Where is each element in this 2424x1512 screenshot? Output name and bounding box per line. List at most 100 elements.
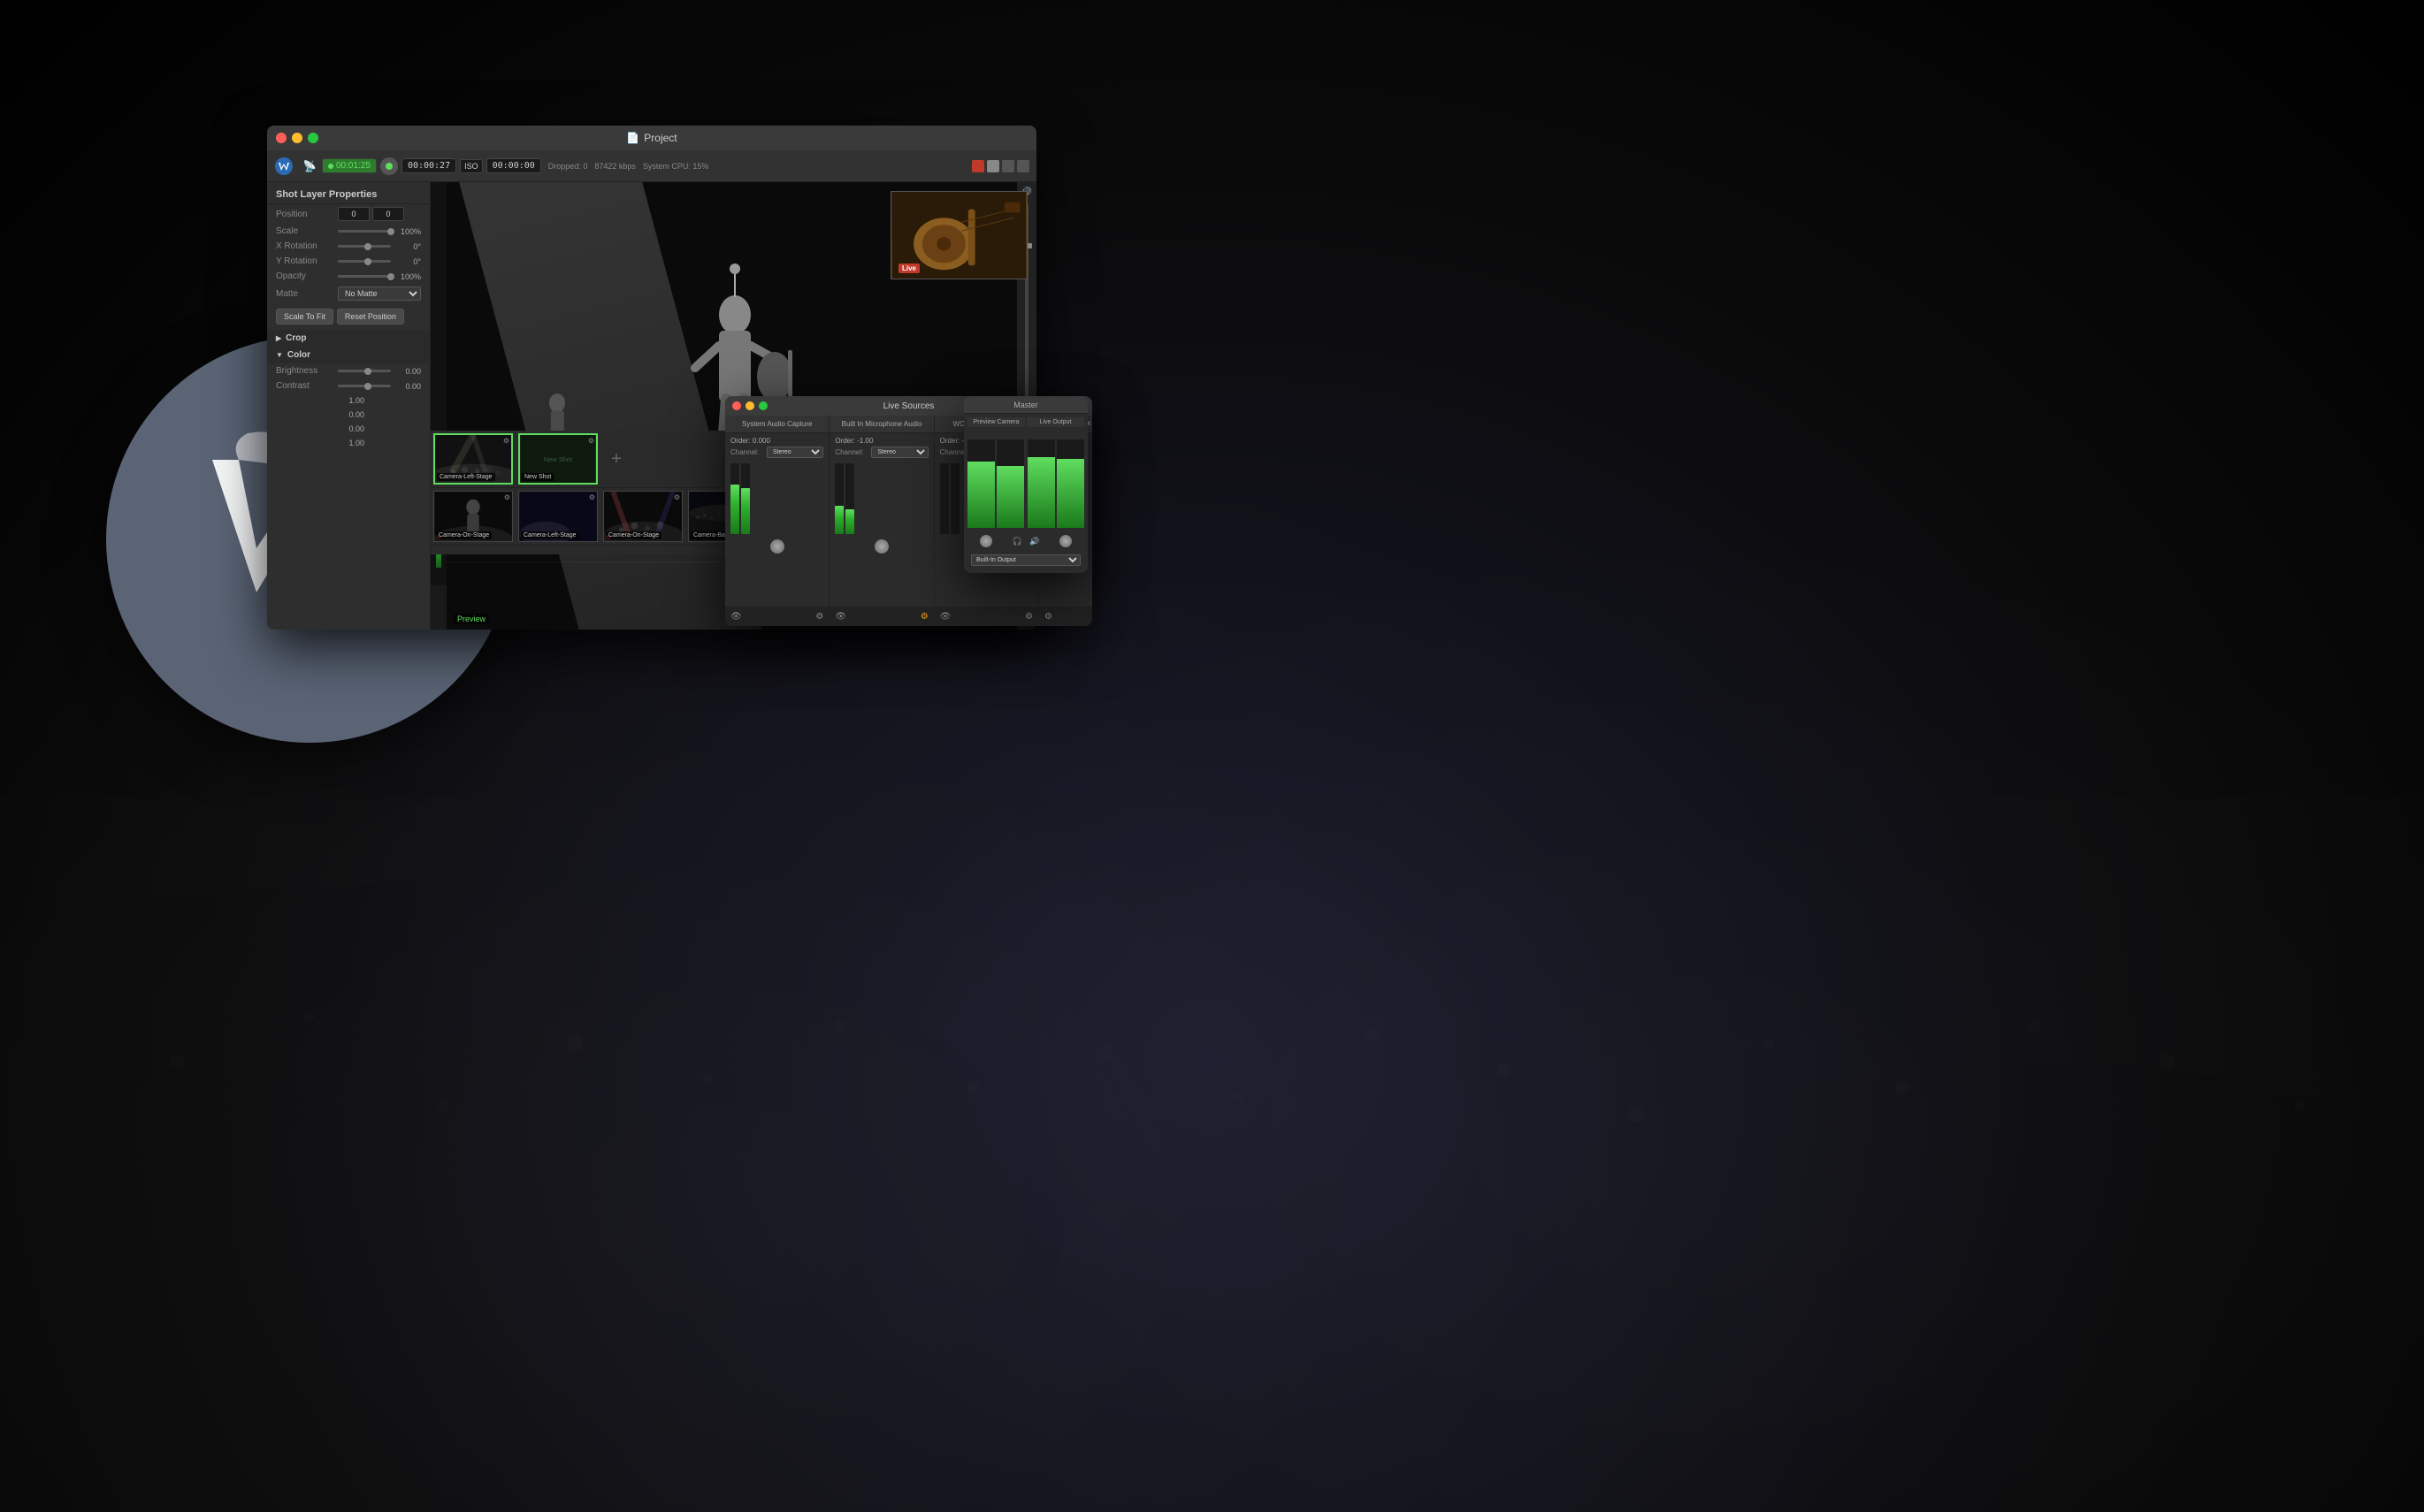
color-section-header[interactable]: ▼ Color <box>267 347 430 363</box>
live-meter-fill-l <box>1028 457 1055 528</box>
shot-settings-on-stage-2[interactable]: ⚙ <box>674 493 680 501</box>
close-button[interactable] <box>276 133 287 143</box>
position-row: Position <box>267 204 430 224</box>
crop-label: Crop <box>286 333 306 343</box>
opacity-slider[interactable] <box>338 275 391 278</box>
traffic-lights[interactable] <box>276 133 318 143</box>
ls-meter-bar-l-1 <box>730 463 739 534</box>
shot-label-left-stage-2: Camera-Left-Stage <box>521 531 579 539</box>
ls-settings-icon-4[interactable]: ⚙ <box>1044 612 1052 622</box>
master-knob-2[interactable] <box>1059 535 1072 547</box>
extra-row-2: 0.00 <box>267 408 430 422</box>
opacity-label: Opacity <box>276 271 338 281</box>
brightness-value: 0.00 <box>394 367 421 376</box>
master-knob-1[interactable] <box>980 535 992 547</box>
record-dot <box>386 163 393 170</box>
live-thumbnail-preview: Live <box>891 191 1028 279</box>
reset-position-button[interactable]: Reset Position <box>337 309 404 325</box>
shot-thumb-new[interactable]: New Shot New Shot ⚙ <box>518 433 598 485</box>
ls-knob-1[interactable] <box>770 539 784 554</box>
contrast-slider[interactable] <box>338 385 391 387</box>
ls-settings-icon-1[interactable]: ⚙ <box>815 612 823 622</box>
scale-row: Scale 100% <box>267 224 430 239</box>
ls-eye-icon-1[interactable]: 👁 <box>730 612 742 622</box>
shot-thumb-on-stage-1[interactable]: Camera-On-Stage ⚙ <box>433 491 513 542</box>
shot-thumb-left-stage-2[interactable]: Camera-Left-Stage ⚙ <box>518 491 598 542</box>
extra-value-1: 1.00 <box>338 396 364 405</box>
brightness-slider[interactable] <box>338 370 391 372</box>
opacity-row: Opacity 100% <box>267 269 430 284</box>
ls-channel-label-2: Channel: <box>835 448 868 456</box>
ls-meter-bar-r-2 <box>845 463 854 534</box>
ls-channel-select-2[interactable]: Stereo <box>871 447 928 458</box>
scale-slider[interactable] <box>338 230 391 233</box>
ls-knob-2[interactable] <box>875 539 889 554</box>
y-rotation-label: Y Rotation <box>276 256 338 266</box>
ls-maximize-button[interactable] <box>759 401 768 410</box>
x-rotation-slider[interactable] <box>338 245 391 248</box>
master-output-select[interactable]: Built-In Output <box>971 554 1081 566</box>
ls-meter-1 <box>730 463 823 534</box>
master-footer: Built-In Output <box>967 551 1084 569</box>
shot-label-new: New Shot <box>522 473 554 481</box>
ls-eye-icon-2[interactable]: 👁 <box>835 612 846 622</box>
broadcast-icon[interactable]: 📡 <box>301 157 318 175</box>
ls-channel-row-1: Channel: Stereo Left Right <box>730 447 823 458</box>
shot-row-1: Camera-Left-Stage ⚙ New Shot New Shot ⚙ … <box>431 431 769 488</box>
ls-col-header-mic: Built In Microphone Audio <box>830 416 933 433</box>
shot-settings-left-stage-2[interactable]: ⚙ <box>589 493 595 501</box>
stream-active-dot <box>328 164 333 169</box>
ls-order-label-2: Order: -1.00 <box>835 437 873 445</box>
live-meter-l <box>1028 439 1055 528</box>
ls-settings-icon-3[interactable]: ⚙ <box>1025 612 1033 622</box>
dropped-stats: Dropped: 0 <box>548 162 588 171</box>
extra-value-3: 0.00 <box>338 424 364 433</box>
bitrate-stats: 87422 kbps <box>594 162 636 171</box>
ls-close-button[interactable] <box>732 401 741 410</box>
crop-section-header[interactable]: ▶ Crop <box>267 330 430 347</box>
maximize-button[interactable] <box>308 133 318 143</box>
shot-label-on-stage-1: Camera-On-Stage <box>436 531 492 539</box>
shot-label-1: Camera-Left-Stage <box>437 473 495 481</box>
status-light-yellow <box>987 160 999 172</box>
shot-settings-new[interactable]: ⚙ <box>588 437 594 445</box>
x-rotation-label: X Rotation <box>276 241 338 251</box>
shot-thumb-1[interactable]: Camera-Left-Stage ⚙ <box>433 433 513 485</box>
contrast-slider-container: 0.00 <box>338 382 421 391</box>
shot-settings-1[interactable]: ⚙ <box>503 437 509 445</box>
live-sources-traffic-lights[interactable] <box>732 401 768 410</box>
master-knobs-row: 🎧 🔊 <box>967 531 1084 551</box>
matte-select[interactable]: No Matte <box>338 286 421 301</box>
position-x-input[interactable] <box>338 207 370 221</box>
position-y-input[interactable] <box>372 207 404 221</box>
contrast-row: Contrast 0.00 <box>267 378 430 393</box>
live-meter-fill-r <box>1057 459 1084 528</box>
record-button[interactable] <box>380 157 398 175</box>
brightness-slider-container: 0.00 <box>338 367 421 376</box>
matte-label: Matte <box>276 289 338 299</box>
ls-minimize-button[interactable] <box>746 401 754 410</box>
master-speaker-icon[interactable]: 🔊 <box>1029 531 1039 551</box>
preview-label: Preview <box>454 614 489 624</box>
minimize-button[interactable] <box>292 133 302 143</box>
add-shot-button[interactable]: + <box>600 433 632 485</box>
ls-channel-row-2: Channel: Stereo <box>835 447 928 458</box>
ls-settings-icon-2[interactable]: ⚙ <box>921 612 929 622</box>
extra-row-3: 0.00 <box>267 422 430 436</box>
live-output-meter-pair <box>1028 439 1084 528</box>
scale-to-fit-button[interactable]: Scale To Fit <box>276 309 333 325</box>
master-headphone-icon[interactable]: 🎧 <box>1013 531 1022 551</box>
ls-channel-select-1[interactable]: Stereo Left Right <box>767 447 823 458</box>
ls-meter-bar-r-1 <box>741 463 750 534</box>
iso-button[interactable]: ISO <box>460 159 483 173</box>
preview-meter-pair <box>967 439 1024 528</box>
ls-eye-icon-3[interactable]: 👁 <box>940 612 952 622</box>
master-window-content: Preview Camera Live Output <box>964 414 1088 573</box>
ls-meter-bar-r-3 <box>951 463 960 534</box>
shot-layer-panel: Shot Layer Properties Position Scale 100… <box>267 182 431 630</box>
y-rotation-slider[interactable] <box>338 260 391 263</box>
cpu-stats: System CPU: 15% <box>643 162 709 171</box>
scale-thumb <box>387 228 394 235</box>
shot-settings-on-stage-1[interactable]: ⚙ <box>504 493 510 501</box>
shot-thumb-on-stage-2[interactable]: Camera-On-Stage ⚙ <box>603 491 683 542</box>
